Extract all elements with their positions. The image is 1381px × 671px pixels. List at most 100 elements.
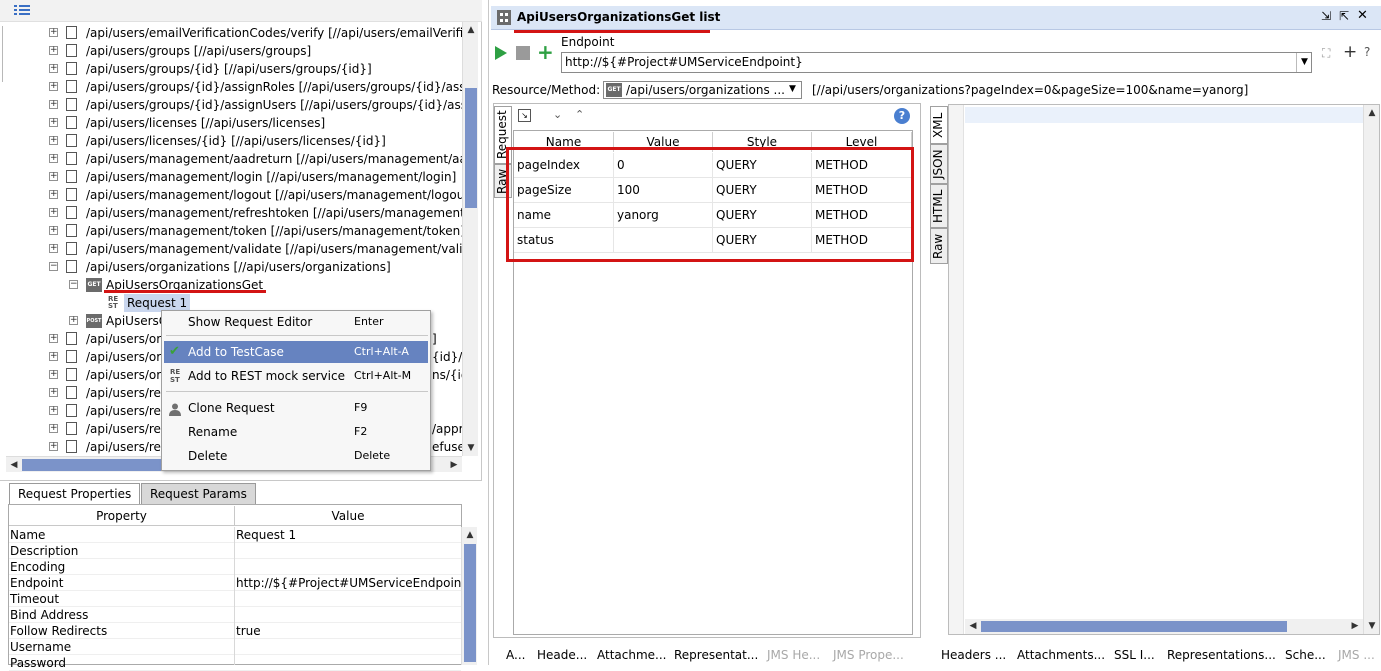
tab-request-params[interactable]: Request Params bbox=[141, 483, 256, 504]
property-row[interactable]: Follow Redirects true bbox=[9, 623, 461, 639]
tree-node-label[interactable]: /api/users/emailVerificationCodes/verify… bbox=[86, 24, 470, 42]
move-up-icon[interactable]: ⌃ bbox=[575, 108, 584, 121]
expand-icon[interactable]: + bbox=[49, 352, 58, 361]
properties-scrollbar[interactable]: ▲ bbox=[461, 527, 477, 665]
tree-node-label[interactable]: /api/users/re bbox=[86, 438, 161, 456]
bottom-tab[interactable]: Headers ... bbox=[941, 648, 1006, 662]
add-endpoint-icon[interactable]: + bbox=[537, 40, 554, 64]
bottom-tab[interactable]: JMS ... bbox=[1338, 648, 1375, 662]
collapse-icon[interactable]: − bbox=[69, 280, 78, 289]
tree-node-label[interactable]: /api/users/management/logout [//api/user… bbox=[86, 186, 464, 204]
add-icon[interactable]: + bbox=[1343, 42, 1357, 62]
minimize-window-icon[interactable]: ⇲ bbox=[1321, 9, 1331, 23]
collapse-icon[interactable]: − bbox=[49, 262, 58, 271]
stop-request-icon[interactable] bbox=[516, 46, 530, 60]
tree-node-label[interactable]: /api/users/or bbox=[86, 366, 161, 384]
close-window-icon[interactable]: ✕ bbox=[1357, 8, 1368, 23]
scroll-thumb[interactable] bbox=[465, 88, 477, 208]
params-help-icon[interactable]: ? bbox=[894, 108, 910, 124]
scroll-up-icon[interactable]: ▲ bbox=[1364, 105, 1380, 121]
response-editor[interactable]: ▲ ▼ ◀ ▶ bbox=[948, 104, 1380, 635]
tree-node-label[interactable]: /api/users/management/validate [//api/us… bbox=[86, 240, 470, 258]
property-row[interactable]: Timeout bbox=[9, 591, 461, 607]
horizontal-scroll-thumb[interactable] bbox=[981, 621, 1287, 632]
expand-icon[interactable]: + bbox=[49, 28, 58, 37]
tree-node-label[interactable]: /api/users/management/refreshtoken [//ap… bbox=[86, 204, 469, 222]
property-row[interactable]: Name Request 1 bbox=[9, 527, 461, 543]
expand-icon[interactable]: + bbox=[49, 172, 58, 181]
property-row[interactable]: Username bbox=[9, 639, 461, 655]
property-row[interactable]: Password bbox=[9, 655, 461, 671]
tree-node-label[interactable]: /api/users/groups/{id} [//api/users/grou… bbox=[86, 60, 372, 78]
expand-icon[interactable]: + bbox=[49, 424, 58, 433]
bottom-tab[interactable]: A... bbox=[506, 648, 525, 662]
help-icon[interactable]: ? bbox=[1364, 45, 1370, 59]
expand-icon[interactable]: + bbox=[49, 118, 58, 127]
move-down-icon[interactable]: ⌄ bbox=[553, 108, 562, 121]
bottom-tab[interactable]: Heade... bbox=[537, 648, 587, 662]
column-header-value[interactable]: Value bbox=[235, 506, 461, 526]
chevron-down-icon[interactable]: ▼ bbox=[1296, 53, 1312, 72]
expand-icon[interactable]: + bbox=[49, 442, 58, 451]
tree-node[interactable]: − /api/users/organizations [//api/users/o… bbox=[0, 258, 460, 276]
scroll-left-icon[interactable]: ◀ bbox=[6, 457, 22, 473]
bottom-tab[interactable]: SSL I... bbox=[1114, 648, 1155, 662]
tree-node-label[interactable]: /api/users/or bbox=[86, 330, 161, 348]
tree-node-label[interactable]: /api/users/management/login [//api/users… bbox=[86, 168, 456, 186]
expand-icon[interactable]: + bbox=[49, 370, 58, 379]
scroll-up-icon[interactable]: ▲ bbox=[463, 22, 479, 38]
expand-icon[interactable]: + bbox=[49, 226, 58, 235]
expand-icon[interactable]: + bbox=[49, 406, 58, 415]
bottom-tab[interactable]: Attachme... bbox=[597, 648, 666, 662]
tree-node[interactable]: + /api/users/management/login [//api/user… bbox=[0, 168, 460, 186]
scroll-left-icon[interactable]: ◀ bbox=[965, 618, 981, 634]
expand-icon[interactable]: + bbox=[49, 64, 58, 73]
tree-node[interactable]: + /api/users/management/logout [//api/use… bbox=[0, 186, 464, 204]
tree-node[interactable]: + /api/users/licenses/{id} [//api/users/l… bbox=[0, 132, 460, 150]
tree-node-label[interactable]: /api/users/re bbox=[86, 420, 161, 438]
restore-window-icon[interactable]: ⇱ bbox=[1339, 9, 1349, 23]
scroll-down-icon[interactable]: ▼ bbox=[463, 440, 479, 456]
tree-node-label[interactable]: /api/users/groups [//api/users/groups] bbox=[86, 42, 311, 60]
scroll-thumb[interactable] bbox=[464, 544, 476, 662]
tree-node-label[interactable]: /api/users/organizations [//api/users/or… bbox=[86, 258, 391, 276]
bottom-tab[interactable]: Sche... bbox=[1285, 648, 1326, 662]
tree-node-label[interactable]: /api/users/licenses [//api/users/license… bbox=[86, 114, 325, 132]
tree-node-label[interactable]: /api/users/groups/{id}/assignUsers [//ap… bbox=[86, 96, 470, 114]
tab-raw-response-vertical[interactable]: Raw bbox=[930, 228, 948, 264]
tab-html-vertical[interactable]: HTML bbox=[930, 184, 948, 228]
list-view-icon[interactable] bbox=[14, 4, 30, 17]
tree-node-label[interactable]: /api/users/re bbox=[86, 402, 161, 420]
response-vertical-scrollbar[interactable]: ▲ ▼ bbox=[1363, 105, 1379, 634]
property-value[interactable]: http://${#Project#UMServiceEndpoint} bbox=[236, 575, 474, 591]
tree-node[interactable]: + /api/users/groups/{id} [//api/users/gro… bbox=[0, 60, 460, 78]
tree-node[interactable]: + /api/users/management/aadreturn [//api/… bbox=[0, 150, 467, 168]
format-icon[interactable]: ⛶ bbox=[1322, 46, 1330, 61]
menu-item-rename[interactable]: Rename F2 bbox=[164, 421, 428, 443]
property-row[interactable]: Bind Address bbox=[9, 607, 461, 623]
chevron-down-icon[interactable]: ▼ bbox=[789, 84, 796, 94]
menu-item-show-request-editor[interactable]: Show Request Editor Enter bbox=[164, 311, 428, 333]
tree-node-label[interactable]: /api/users/re bbox=[86, 384, 161, 402]
tree-node-label[interactable]: /api/users/or bbox=[86, 348, 161, 366]
property-row[interactable]: Endpoint http://${#Project#UMServiceEndpo… bbox=[9, 575, 474, 591]
expand-icon[interactable]: + bbox=[49, 388, 58, 397]
horizontal-scroll-thumb[interactable] bbox=[22, 459, 172, 471]
tree-node[interactable]: + /api/users/groups [//api/users/groups] bbox=[0, 42, 460, 60]
tree-node-label[interactable]: /api/users/licenses/{id} [//api/users/li… bbox=[86, 132, 386, 150]
expand-icon[interactable]: + bbox=[49, 244, 58, 253]
tree-node[interactable]: + /api/users/groups/{id}/assignRoles [//a… bbox=[0, 78, 476, 96]
resource-method-select[interactable]: GET /api/users/organizations ... ▼ bbox=[603, 81, 802, 99]
endpoint-select[interactable]: http://${#Project#UMServiceEndpoint} ▼ bbox=[561, 52, 1312, 73]
scroll-down-icon[interactable]: ▼ bbox=[1364, 618, 1380, 634]
tree-node[interactable]: + /api/users/licenses [//api/users/licens… bbox=[0, 114, 460, 132]
navigator-vertical-scrollbar[interactable]: ▲ ▼ bbox=[462, 22, 478, 456]
bottom-tab[interactable]: Attachments... bbox=[1017, 648, 1105, 662]
tab-xml-vertical[interactable]: XML bbox=[930, 106, 948, 144]
post-method-label[interactable]: ApiUsersO bbox=[106, 312, 168, 330]
expand-icon[interactable]: + bbox=[49, 334, 58, 343]
params-toolbar-icon[interactable]: ↘ bbox=[518, 109, 531, 122]
expand-icon[interactable]: + bbox=[49, 136, 58, 145]
tree-node-label[interactable]: /api/users/management/token [//api/users… bbox=[86, 222, 465, 240]
menu-item-clone-request[interactable]: Clone Request F9 bbox=[164, 397, 428, 419]
